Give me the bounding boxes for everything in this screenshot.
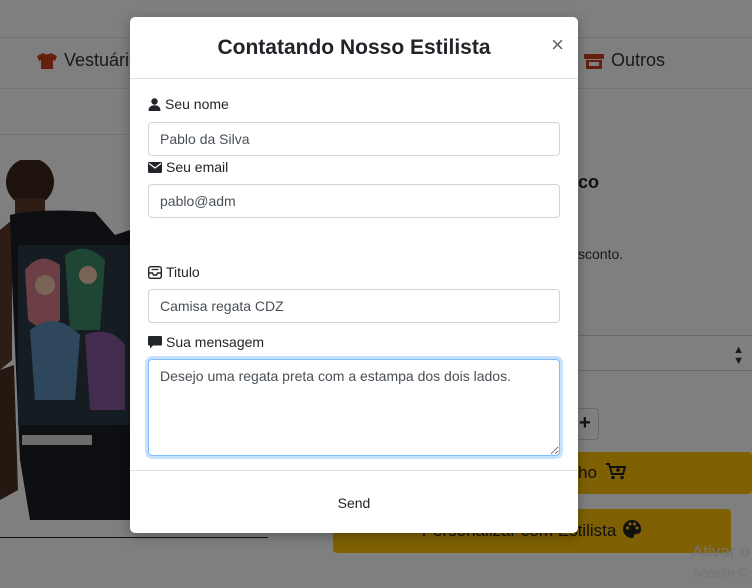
modal-title: Contatando Nosso Estilista <box>217 36 491 59</box>
message-field-label: Sua mensagem <box>148 334 264 350</box>
name-field-label: Seu nome <box>148 96 229 112</box>
message-textarea[interactable]: Desejo uma regata preta com a estampa do… <box>148 359 560 456</box>
name-input[interactable] <box>148 122 560 156</box>
envelope-icon <box>148 161 162 173</box>
send-button[interactable]: Send <box>130 495 578 511</box>
contact-stylist-modal: Contatando Nosso Estilista × Seu nome Se… <box>130 17 578 533</box>
user-icon <box>148 97 161 111</box>
name-label-text: Seu nome <box>165 96 229 112</box>
email-field-label: Seu email <box>148 159 228 175</box>
modal-footer-divider <box>130 470 578 471</box>
modal-header: Contatando Nosso Estilista × <box>130 17 578 79</box>
title-input[interactable] <box>148 289 560 323</box>
email-input[interactable] <box>148 184 560 218</box>
title-field-label: Titulo <box>148 264 200 280</box>
message-label-text: Sua mensagem <box>166 334 265 350</box>
title-label-text: Titulo <box>166 264 200 280</box>
inbox-icon <box>148 265 162 279</box>
email-label-text: Seu email <box>166 159 229 175</box>
close-icon[interactable]: × <box>551 34 564 56</box>
comment-icon <box>148 335 162 349</box>
